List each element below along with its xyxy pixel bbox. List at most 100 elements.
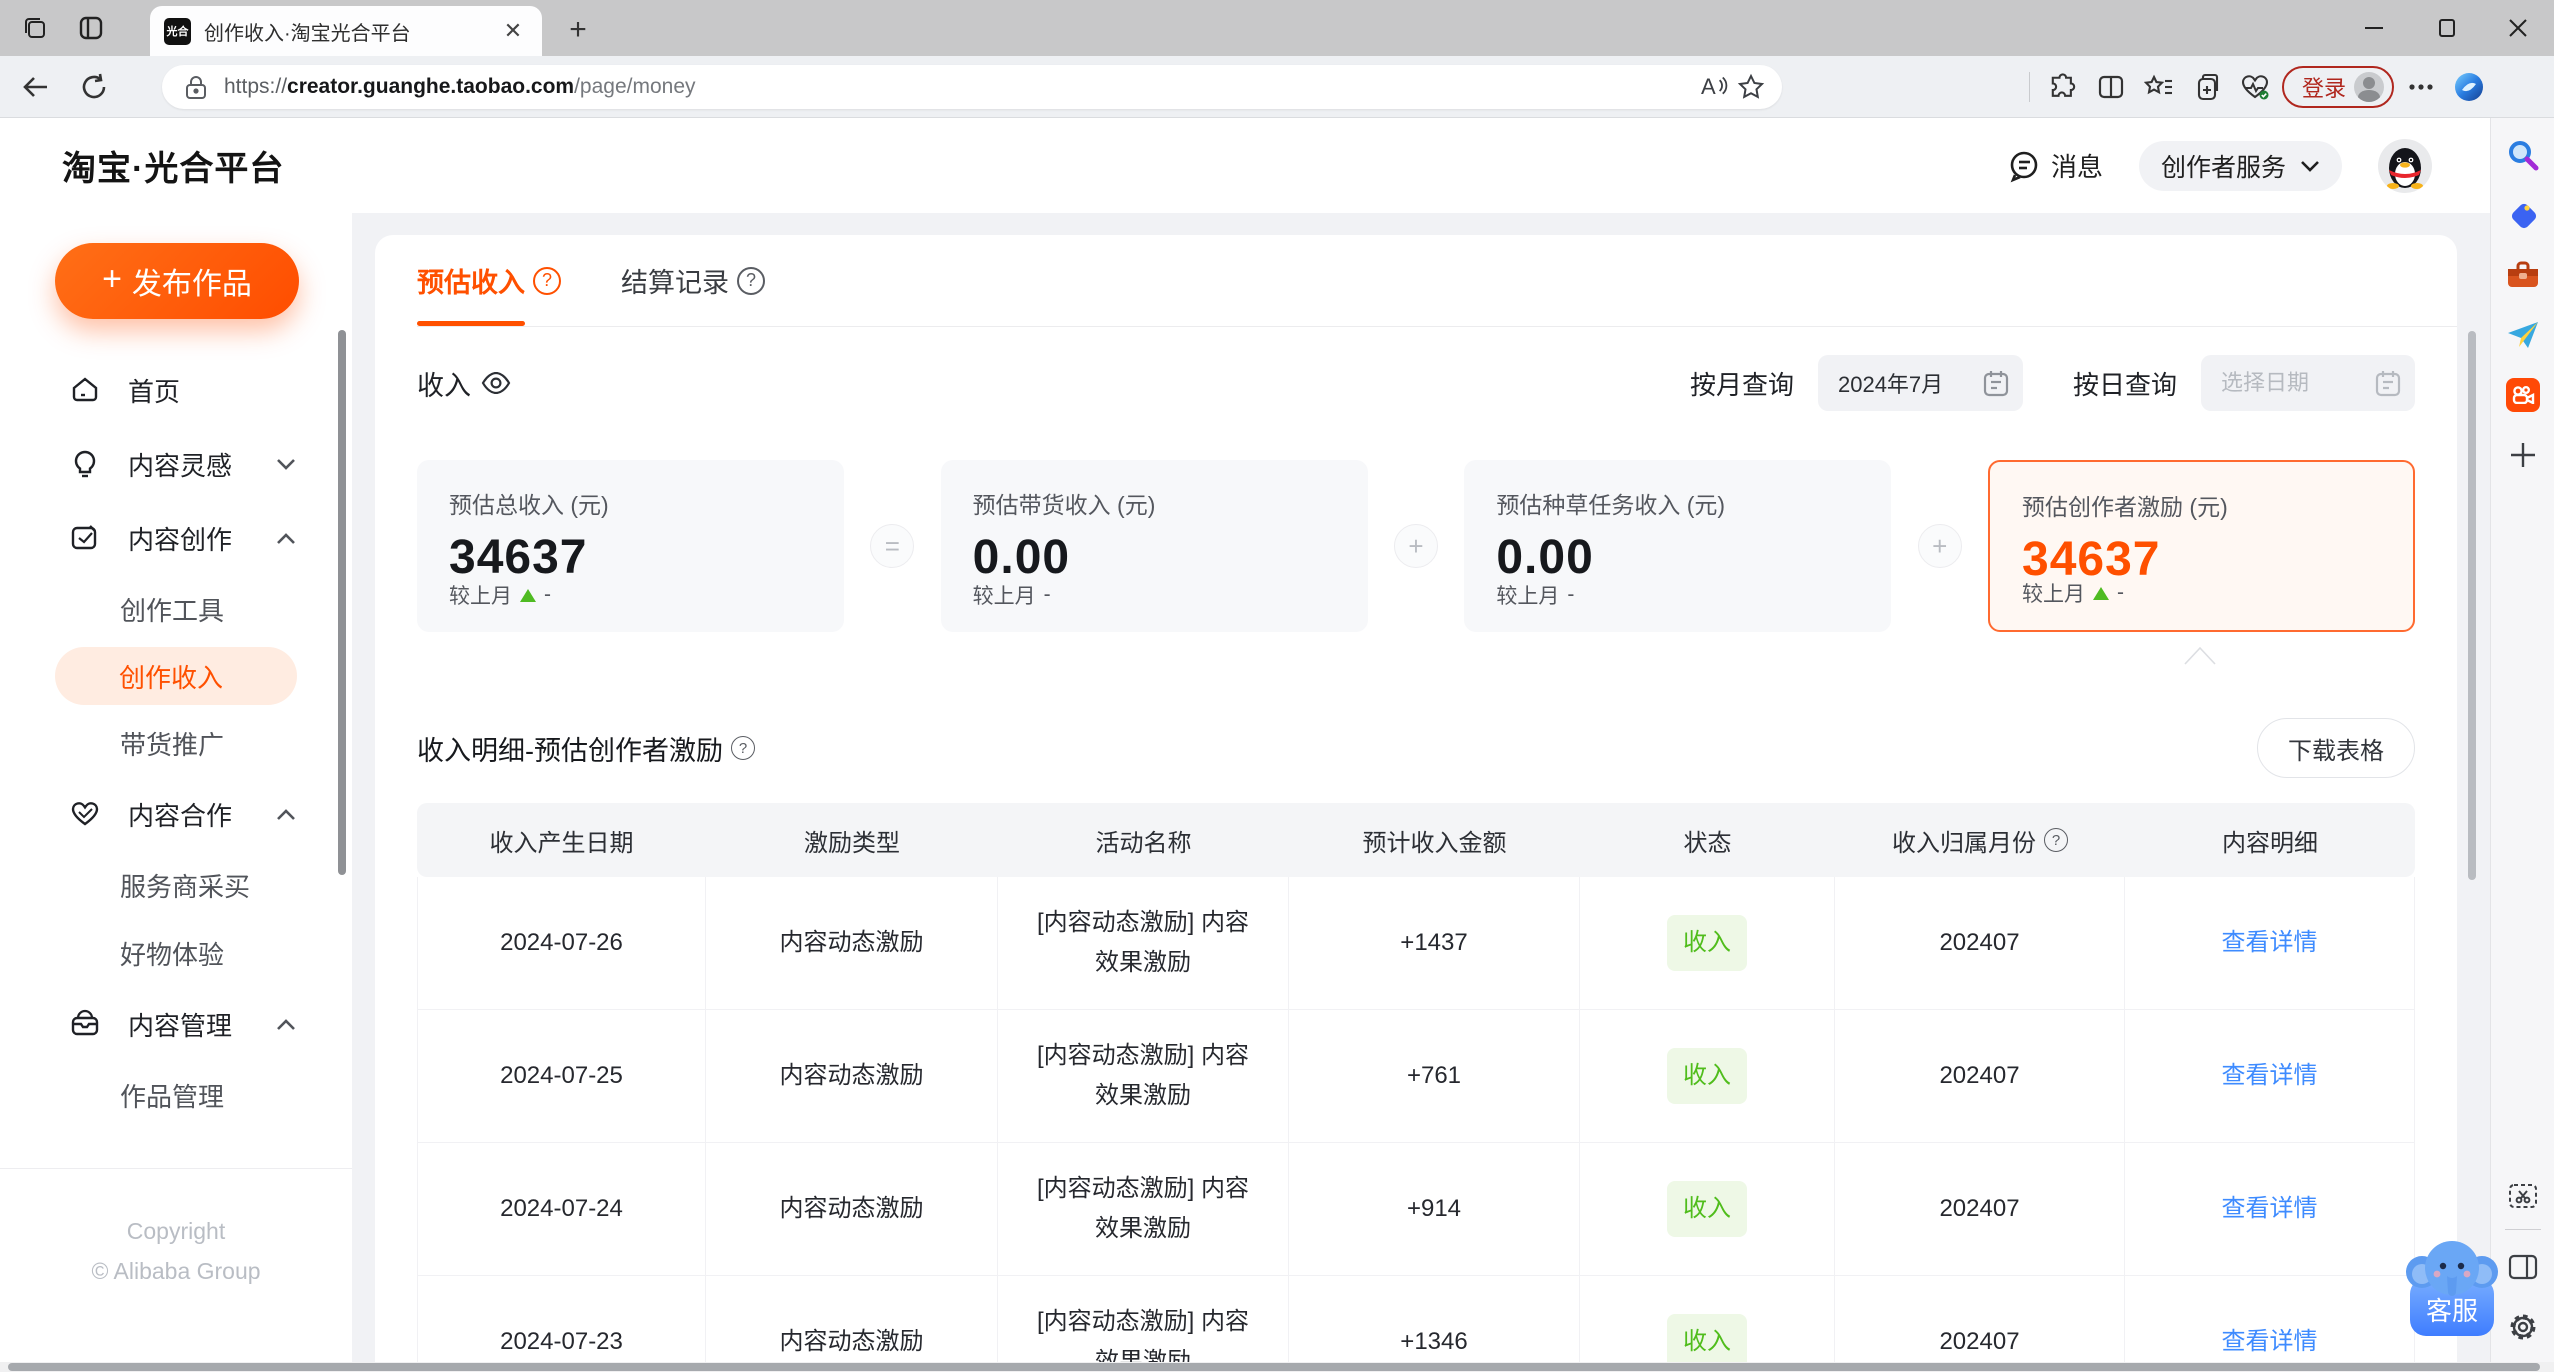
plus-icon: + [1917, 524, 1962, 568]
address-bar[interactable]: https://creator.guanghe.taobao.com/page/… [162, 65, 1782, 109]
help-icon[interactable]: ? [2044, 828, 2068, 852]
sidebar-item-creation-tools[interactable]: 创作工具 [0, 575, 352, 643]
login-button[interactable]: 登录 [2281, 66, 2394, 108]
user-avatar[interactable] [2378, 138, 2432, 193]
cell-date: 2024-07-23 [417, 1276, 706, 1372]
cell-month: 202407 [1835, 1143, 2125, 1275]
inbox-icon [71, 1009, 99, 1036]
favorite-star-icon[interactable] [1732, 68, 1770, 106]
back-icon[interactable] [14, 65, 58, 109]
sidebar-item-cooperation[interactable]: 内容合作 [0, 777, 352, 851]
kuaishou-icon[interactable] [2500, 372, 2546, 418]
new-tab-button[interactable]: + [558, 10, 598, 50]
page-scrollbar[interactable] [2468, 331, 2476, 880]
minimize-button[interactable] [2338, 0, 2410, 56]
table-row: 2024-07-23 内容动态激励 [内容动态激励] 内容效果激励 +1346 … [417, 1276, 2415, 1372]
toolbar-divider [2028, 72, 2030, 102]
sidebar-item-works-management[interactable]: 作品管理 [0, 1061, 352, 1129]
card-total-income[interactable]: 预估总收入 (元) 34637 较上月 - [417, 460, 844, 632]
sidebar-scrollbar[interactable] [338, 330, 346, 875]
tab-actions-icon[interactable] [70, 7, 112, 49]
sidebar-item-creation[interactable]: 内容创作 [0, 501, 352, 575]
sidebar-item-home[interactable]: 首页 [0, 353, 352, 427]
download-table-button[interactable]: 下载表格 [2257, 718, 2415, 778]
sidebar-item-promotion[interactable]: 带货推广 [0, 709, 352, 777]
card-seeding-task-income[interactable]: 预估种草任务收入 (元) 0.00 较上月 - [1464, 460, 1892, 632]
split-screen-icon[interactable] [2090, 66, 2132, 108]
workspaces-icon[interactable] [14, 7, 56, 49]
toolbox-icon[interactable] [2500, 252, 2546, 298]
tab-estimated-income[interactable]: 预估收入 ? [417, 235, 561, 326]
read-aloud-icon[interactable]: A [1694, 68, 1732, 106]
month-query-label: 按月查询 [1689, 369, 1794, 400]
svg-text:A: A [1701, 74, 1716, 99]
browser-titlebar: 光合 创作收入·淘宝光合平台 ✕ + [0, 0, 2554, 56]
horizontal-scrollbar[interactable] [0, 1362, 2554, 1372]
site-logo[interactable]: 淘宝·光合平台 [62, 141, 284, 190]
shopping-icon[interactable] [2500, 192, 2546, 238]
day-picker-input[interactable] [2201, 355, 2415, 411]
detail-title: 收入明细-预估创作者激励 ? [417, 729, 755, 768]
main-tabs: 预估收入 ? 结算记录 ? [417, 235, 2457, 327]
search-icon[interactable] [2500, 132, 2546, 178]
horizontal-scrollbar-thumb[interactable] [8, 1363, 2540, 1371]
month-picker-input[interactable] [1817, 355, 2023, 411]
sidebar-item-label: 内容合作 [128, 800, 233, 831]
service-label: 创作者服务 [2160, 153, 2286, 182]
income-query-row: 收入 按月查询 按日查询 [417, 353, 2415, 413]
customer-support-button[interactable]: 客服 [2404, 1236, 2500, 1336]
view-details-link[interactable]: 查看详情 [2222, 1056, 2318, 1096]
sidebar-item-service-purchase[interactable]: 服务商采买 [0, 851, 352, 919]
browser-essentials-icon[interactable] [2234, 66, 2276, 108]
main-panel: 预估收入 ? 结算记录 ? 收入 按月查询 按日查询 预估总收入 [375, 235, 2457, 1372]
screenshot-icon[interactable] [2500, 1173, 2546, 1219]
browser-tab[interactable]: 光合 创作收入·淘宝光合平台 ✕ [150, 6, 542, 56]
col-header-status: 状态 [1683, 829, 1732, 857]
refresh-icon[interactable] [72, 65, 116, 109]
settings-gear-icon[interactable] [2500, 1304, 2546, 1350]
view-details-link[interactable]: 查看详情 [2222, 1322, 2318, 1362]
creator-service-menu[interactable]: 创作者服务 [2138, 140, 2342, 191]
tab-close-icon[interactable]: ✕ [498, 16, 528, 46]
maximize-button[interactable] [2410, 0, 2482, 56]
more-menu-icon[interactable] [2400, 66, 2442, 108]
profile-icon [2354, 72, 2384, 102]
close-window-button[interactable] [2482, 0, 2554, 56]
sidebar-item-inspiration[interactable]: 内容灵感 [0, 427, 352, 501]
help-icon[interactable]: ? [533, 266, 561, 295]
copilot-icon[interactable] [2448, 66, 2490, 108]
help-icon[interactable]: ? [731, 736, 755, 760]
table-row: 2024-07-26 内容动态激励 [内容动态激励] 内容效果激励 +1437 … [417, 877, 2415, 1010]
card-sales-income[interactable]: 预估带货收入 (元) 0.00 较上月 - [940, 460, 1368, 632]
collections-icon[interactable] [2186, 66, 2228, 108]
query-group: 按月查询 按日查询 [1690, 355, 2415, 411]
cell-month: 202407 [1835, 877, 2125, 1009]
favorites-list-icon[interactable] [2138, 66, 2180, 108]
message-icon [2010, 151, 2038, 182]
sidebar-item-management[interactable]: 内容管理 [0, 987, 352, 1061]
add-sidebar-app-icon[interactable] [2500, 432, 2546, 478]
help-icon[interactable]: ? [737, 266, 765, 295]
sidebar-item-product-trial[interactable]: 好物体验 [0, 919, 352, 987]
extensions-icon[interactable] [2042, 66, 2084, 108]
cell-month: 202407 [1835, 1010, 2125, 1142]
cell-amount: +914 [1289, 1143, 1580, 1275]
view-details-link[interactable]: 查看详情 [2222, 1189, 2318, 1229]
col-header-type: 激励类型 [804, 829, 900, 857]
send-plane-icon[interactable] [2500, 312, 2546, 358]
table-header-row: 收入产生日期 激励类型 活动名称 预计收入金额 状态 收入归属月份? 内容明细 [417, 803, 2415, 877]
messages-button[interactable]: 消息 [2007, 147, 2103, 184]
window-controls [2338, 0, 2554, 56]
url-text: https://creator.guanghe.taobao.com/page/… [224, 75, 696, 98]
tab-settlement-records[interactable]: 结算记录 ? [621, 235, 765, 326]
view-details-link[interactable]: 查看详情 [2222, 923, 2318, 963]
sidebar-toggle-icon[interactable] [2500, 1244, 2546, 1290]
sidebar-item-creation-income[interactable]: 创作收入 [55, 647, 297, 705]
publish-work-button[interactable]: + 发布作品 [55, 243, 299, 319]
sidebar-item-label: 内容灵感 [128, 450, 233, 481]
card-creator-incentive[interactable]: 预估创作者激励 (元) 34637 较上月 - [1988, 460, 2416, 632]
col-header-amount: 预计收入金额 [1362, 829, 1507, 857]
messages-label: 消息 [2050, 152, 2103, 182]
eye-icon[interactable] [481, 372, 511, 394]
cell-activity-name: [内容动态激励] 内容效果激励 [998, 1143, 1289, 1275]
